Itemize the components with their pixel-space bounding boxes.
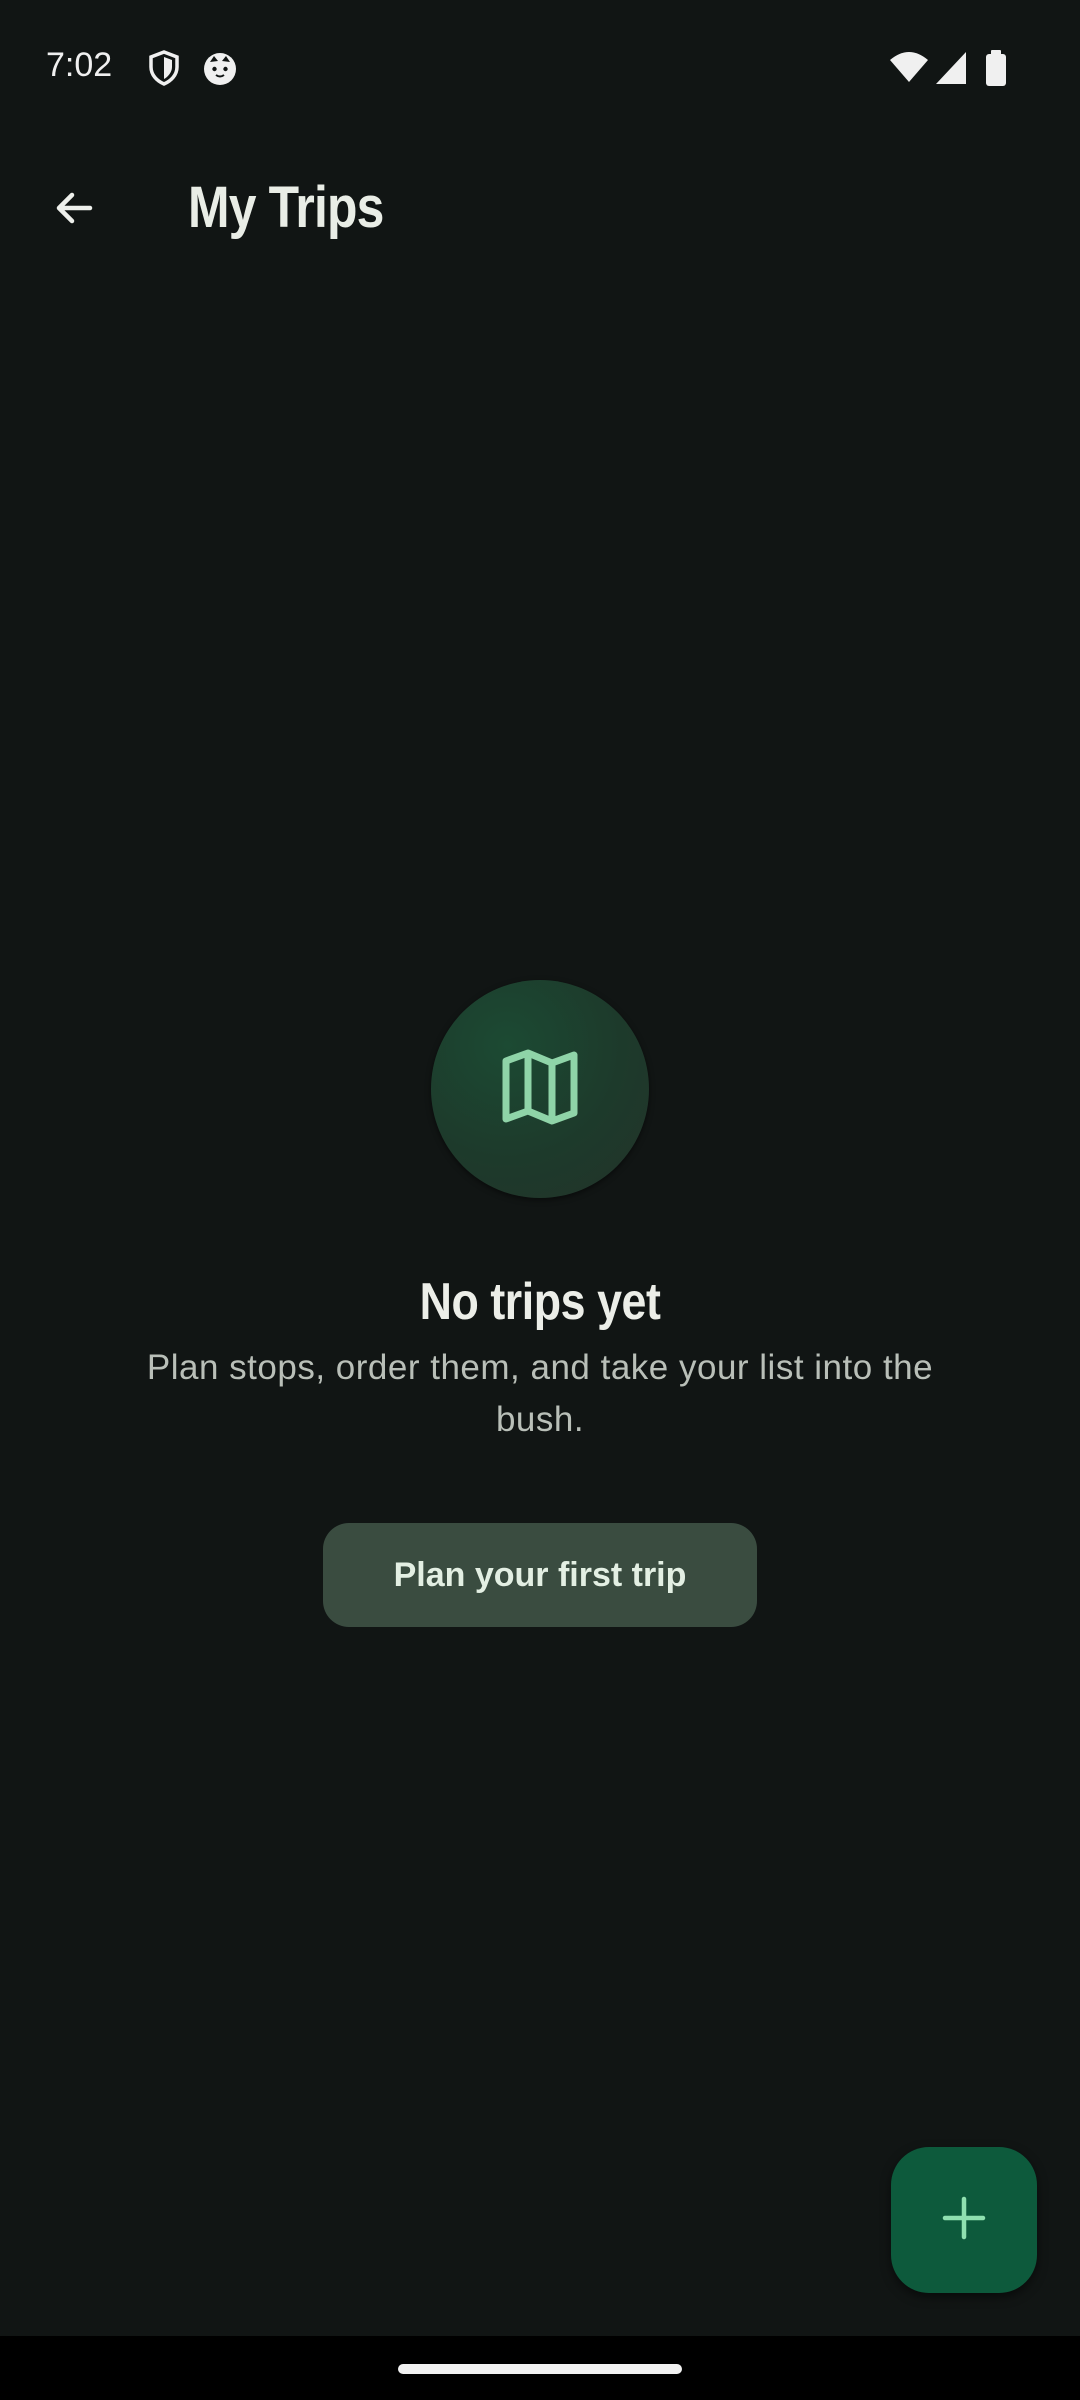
cat-face-icon xyxy=(200,48,240,88)
status-time: 7:02 xyxy=(46,46,113,84)
arrow-back-icon xyxy=(50,184,98,237)
app-bar: My Trips xyxy=(0,150,1080,270)
plan-first-trip-button[interactable]: Plan your first trip xyxy=(323,1523,757,1627)
empty-state-title: No trips yet xyxy=(419,1273,661,1331)
empty-state-illustration xyxy=(431,980,649,1198)
battery-icon xyxy=(984,48,1008,88)
status-bar: 7:02 xyxy=(0,0,1080,132)
add-trip-fab[interactable] xyxy=(891,2147,1037,2293)
map-icon xyxy=(498,1045,582,1134)
empty-state-subtitle: Plan stops, order them, and take your li… xyxy=(146,1348,934,1439)
cellular-signal-icon xyxy=(934,48,968,88)
shield-icon xyxy=(144,48,184,88)
home-indicator[interactable] xyxy=(398,2364,682,2374)
wifi-icon xyxy=(888,48,930,88)
page-title: My Trips xyxy=(188,175,384,240)
back-button[interactable] xyxy=(28,172,120,248)
plus-icon xyxy=(941,2195,987,2246)
system-navigation-bar xyxy=(0,2336,1080,2400)
screen: 7:02 My Trips No trips yet Plan stops, o… xyxy=(0,0,1080,2400)
